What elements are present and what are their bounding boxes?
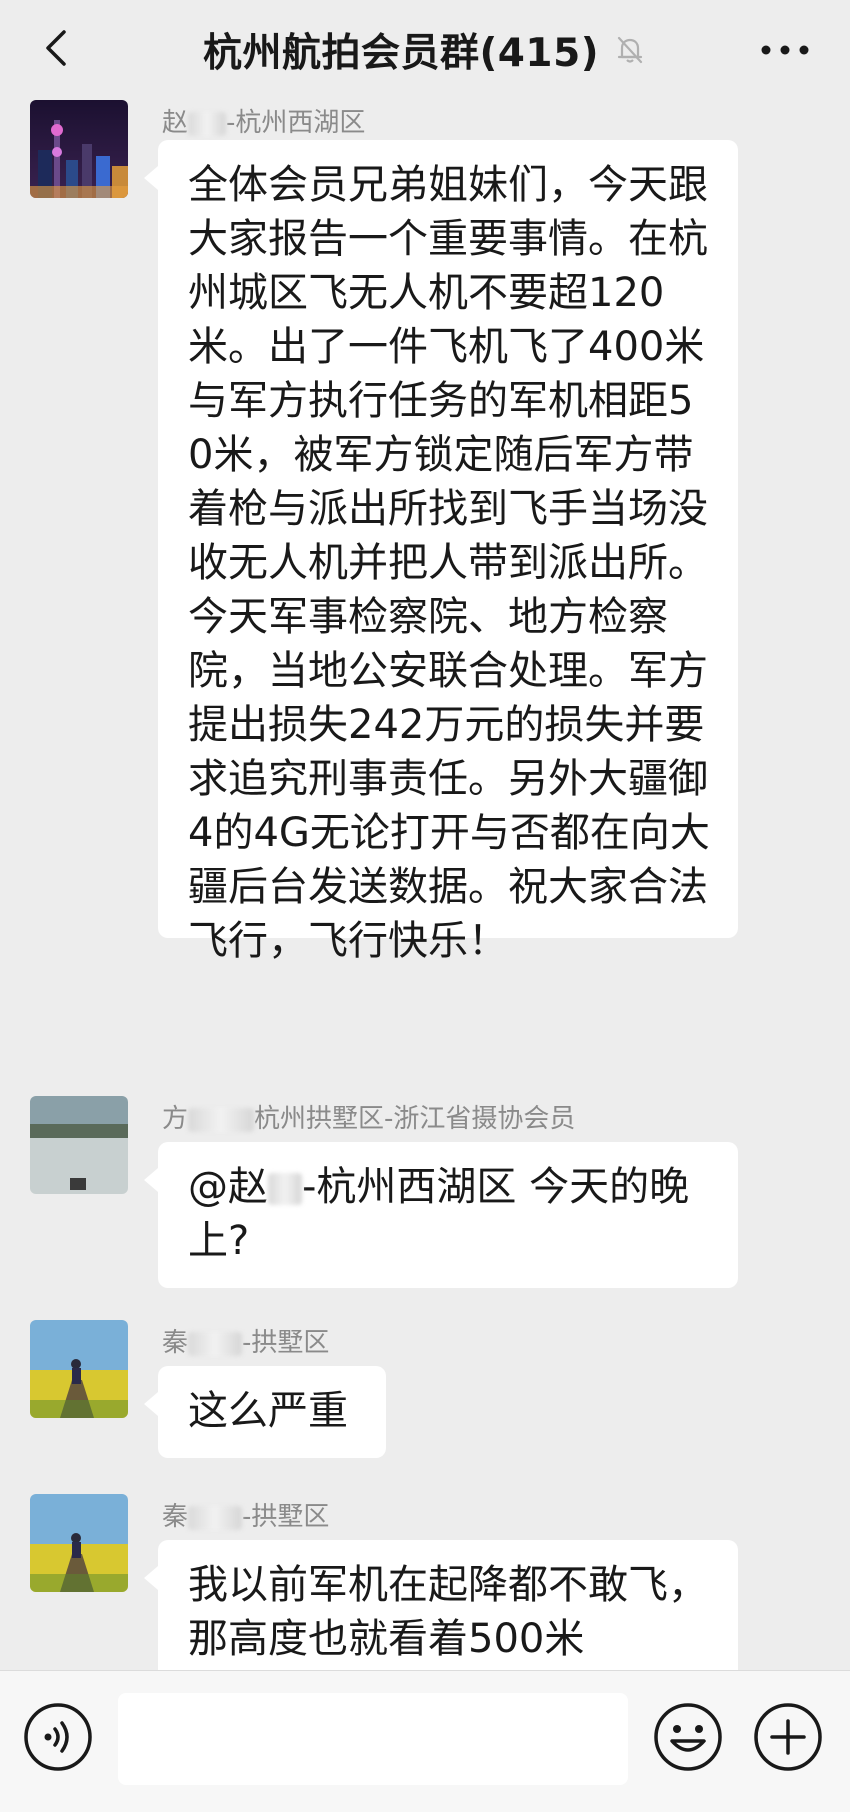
title-group: 杭州航拍会员群(415) xyxy=(203,22,647,78)
plus-circle-icon[interactable] xyxy=(752,1701,824,1773)
field-person-avatar[interactable] xyxy=(30,1494,128,1592)
chevron-left-icon[interactable] xyxy=(38,28,78,68)
field-person-avatar[interactable] xyxy=(30,1320,128,1418)
message-text: 我以前军机在起降都不敢飞，那高度也就看着500米 xyxy=(188,1562,708,1662)
sender-name: 方 杭州拱墅区-浙江省摄协会员 xyxy=(162,1098,575,1135)
bell-off-icon xyxy=(617,36,643,64)
sender-name: 秦 -拱墅区 xyxy=(162,1496,329,1533)
blurred-name xyxy=(188,1107,255,1132)
message-bubble[interactable]: 我以前军机在起降都不敢飞，那高度也就看着500米 xyxy=(144,1540,738,1686)
sender-name-prefix: 方 xyxy=(162,1104,189,1134)
sender-name-prefix: 秦 xyxy=(162,1502,189,1532)
message-bubble[interactable]: @赵 -杭州西湖区 今天的晚上? xyxy=(144,1142,738,1288)
blurred-mention xyxy=(268,1173,302,1205)
chat-title: 杭州航拍会员群(415) xyxy=(202,31,600,76)
sender-name-suffix: -杭州西湖区 xyxy=(226,108,366,138)
emoji-icon[interactable] xyxy=(652,1701,724,1773)
blurred-name xyxy=(188,1331,243,1356)
sender-name-prefix: 赵 xyxy=(162,108,189,138)
lake-avatar[interactable] xyxy=(30,1096,128,1194)
message-text-prefix: @赵 xyxy=(188,1164,268,1210)
sender-name-suffix: 杭州拱墅区-浙江省摄协会员 xyxy=(254,1104,576,1134)
sender-name-suffix: -拱墅区 xyxy=(242,1502,330,1532)
blurred-name xyxy=(188,1505,243,1530)
input-bar xyxy=(0,1670,850,1812)
message-input[interactable] xyxy=(118,1693,628,1785)
sender-name-suffix: -拱墅区 xyxy=(242,1328,330,1358)
city-night-avatar[interactable] xyxy=(30,100,128,198)
sender-name: 秦 -拱墅区 xyxy=(162,1322,329,1359)
sender-name-prefix: 秦 xyxy=(162,1328,189,1358)
more-dots-icon[interactable] xyxy=(758,30,812,70)
message-text: 这么严重 xyxy=(188,1388,348,1434)
sender-name: 赵 -杭州西湖区 xyxy=(162,102,365,139)
message-bubble[interactable]: 全体会员兄弟姐妹们，今天跟大家报告一个重要事情。在杭州城区飞无人机不要超120米… xyxy=(144,140,738,964)
chat-header: 杭州航拍会员群(415) xyxy=(0,0,850,100)
blurred-name xyxy=(188,111,227,136)
message-bubble[interactable]: 这么严重 xyxy=(144,1366,386,1458)
message-text: 全体会员兄弟姐妹们，今天跟大家报告一个重要事情。在杭州城区飞无人机不要超120米… xyxy=(188,162,710,964)
voice-icon[interactable] xyxy=(22,1701,94,1773)
